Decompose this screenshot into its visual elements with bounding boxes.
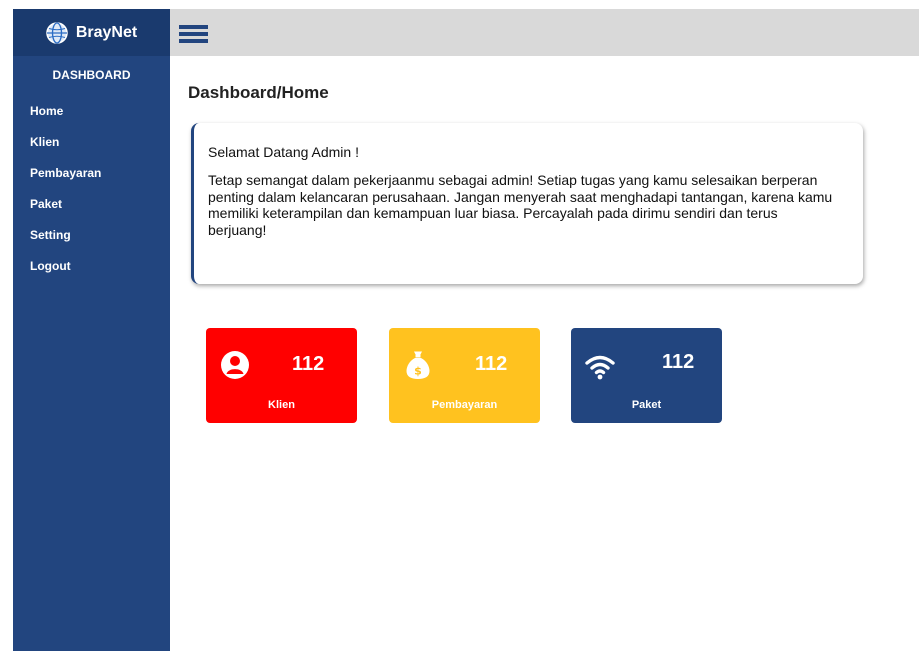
sidebar-item-home[interactable]: Home <box>13 96 170 127</box>
page-title: Dashboard/Home <box>188 83 329 102</box>
stat-card-klien[interactable]: 112 Klien <box>206 328 357 423</box>
brand[interactable]: BrayNet <box>13 9 170 56</box>
topbar <box>170 9 919 56</box>
stat-value-paket: 112 <box>662 351 695 373</box>
sidebar: BrayNet DASHBOARD Home Klien Pembayaran … <box>13 9 170 651</box>
svg-text:$: $ <box>414 365 422 378</box>
stat-card-pembayaran[interactable]: $ 112 Pembayaran <box>389 328 540 423</box>
welcome-message: Tetap semangat dalam pekerjaanmu sebagai… <box>208 172 833 238</box>
sidebar-item-paket[interactable]: Paket <box>13 189 170 220</box>
welcome-title: Selamat Datang Admin ! <box>208 144 359 160</box>
stat-label-pembayaran: Pembayaran <box>431 399 498 411</box>
money-bag-icon: $ <box>406 351 430 379</box>
stat-card-paket[interactable]: 112 Paket <box>571 328 722 423</box>
sidebar-nav: Home Klien Pembayaran Paket Setting Logo… <box>13 96 170 282</box>
hamburger-menu-icon[interactable] <box>179 25 208 43</box>
nav-section-title: DASHBOARD <box>52 68 131 82</box>
user-icon <box>221 351 249 379</box>
stat-label-klien: Klien <box>268 399 295 411</box>
brand-name: BrayNet <box>75 23 138 41</box>
globe-logo-icon <box>46 21 68 44</box>
stat-label-paket: Paket <box>631 399 662 411</box>
sidebar-item-setting[interactable]: Setting <box>13 220 170 251</box>
stat-value-pembayaran: 112 <box>475 353 508 375</box>
welcome-card: Selamat Datang Admin ! Tetap semangat da… <box>191 123 863 284</box>
stat-value-klien: 112 <box>292 353 325 375</box>
wifi-icon <box>585 355 615 380</box>
sidebar-item-klien[interactable]: Klien <box>13 127 170 158</box>
sidebar-item-logout[interactable]: Logout <box>13 251 170 282</box>
sidebar-item-pembayaran[interactable]: Pembayaran <box>13 158 170 189</box>
